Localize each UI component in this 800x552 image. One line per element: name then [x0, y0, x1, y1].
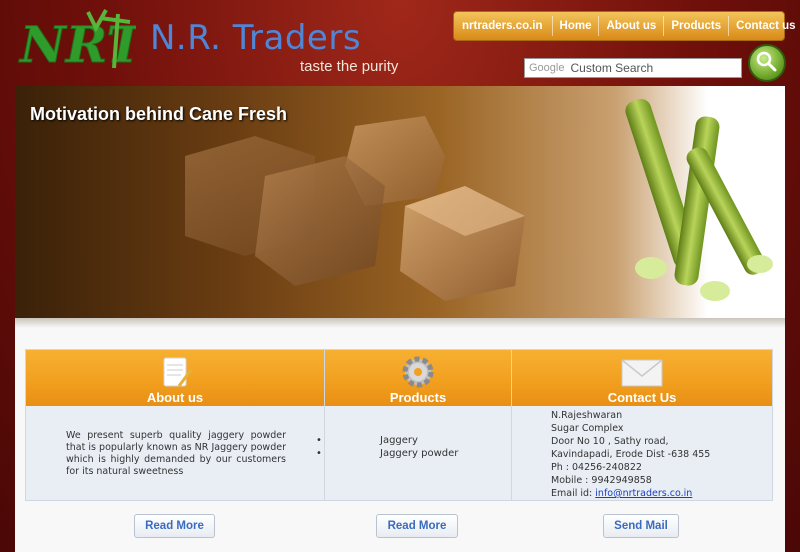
- contact-name: N.Rajeshwaran: [551, 410, 623, 421]
- email-link[interactable]: info@nrtraders.co.in: [595, 488, 692, 499]
- about-column: About us We present superb quality jagge…: [26, 350, 324, 500]
- list-item: Jaggery: [316, 434, 458, 447]
- contact-title: Contact Us: [607, 390, 677, 405]
- nav-item-about-us[interactable]: About us: [598, 16, 663, 36]
- banner-title: Motivation behind Cane Fresh: [30, 104, 288, 124]
- info-panel: About us We present superb quality jagge…: [25, 349, 773, 501]
- send-mail-button[interactable]: Send Mail: [603, 514, 679, 538]
- list-item: Jaggery powder: [316, 447, 458, 460]
- products-read-more-button[interactable]: Read More: [376, 514, 458, 538]
- contact-company: Sugar Complex: [551, 423, 624, 434]
- contact-address-line-2: Kavindapadi, Erode Dist -638 455: [551, 449, 711, 460]
- tagline: taste the purity: [300, 58, 399, 75]
- gear-icon: [402, 356, 434, 388]
- search-input[interactable]: [570, 61, 731, 75]
- about-read-more-button[interactable]: Read More: [134, 514, 215, 538]
- products-title: Products: [389, 390, 447, 405]
- about-text: We present superb quality jaggery powder…: [66, 430, 286, 477]
- contact-column: Contact Us N.Rajeshwaran Sugar Complex D…: [511, 350, 772, 500]
- products-column: Products Jaggery Jaggery powder: [316, 350, 511, 500]
- main-nav: nrtraders.co.in Home About us Products C…: [453, 11, 796, 41]
- contact-address-line-1: Door No 10 , Sathy road,: [551, 436, 669, 447]
- nav-item-contact-us[interactable]: Contact us: [728, 16, 800, 36]
- products-header: Products: [325, 350, 511, 406]
- contact-mobile: Mobile : 9942949858: [551, 475, 652, 486]
- about-title: About us: [146, 390, 204, 405]
- about-header: About us: [26, 350, 324, 406]
- products-body: Jaggery Jaggery powder: [316, 406, 511, 500]
- contact-header: Contact Us: [512, 350, 772, 406]
- hero-banner: Motivation behind Cane Fresh: [15, 86, 785, 318]
- nrt-logo[interactable]: NRT: [18, 8, 136, 74]
- banner-shadow: [15, 318, 785, 328]
- search-button[interactable]: [748, 44, 786, 82]
- google-label: Google: [529, 62, 565, 74]
- contact-body: N.Rajeshwaran Sugar Complex Door No 10 ,…: [512, 406, 772, 500]
- contact-phone: Ph : 04256-240822: [551, 462, 642, 473]
- contact-details: N.Rajeshwaran Sugar Complex Door No 10 ,…: [551, 409, 710, 500]
- nav-item-site[interactable]: nrtraders.co.in: [454, 16, 552, 36]
- contact-email-row: Email id: info@nrtraders.co.in: [551, 487, 710, 500]
- search-icon: [756, 51, 777, 72]
- email-label: Email id:: [551, 488, 596, 499]
- content-area: About us We present superb quality jagge…: [15, 318, 785, 552]
- nav-item-products[interactable]: Products: [663, 16, 728, 36]
- search-field[interactable]: Google: [524, 58, 742, 78]
- nav-item-home[interactable]: Home: [551, 16, 599, 36]
- notepad-pencil-icon: [163, 357, 193, 387]
- site-header: NRT N.R. Traders taste the purity nrtrad…: [0, 0, 800, 86]
- envelope-icon: [621, 359, 663, 387]
- product-list: Jaggery Jaggery powder: [316, 434, 458, 460]
- about-body: We present superb quality jaggery powder…: [26, 406, 324, 500]
- brand-name: N.R. Traders: [150, 18, 362, 58]
